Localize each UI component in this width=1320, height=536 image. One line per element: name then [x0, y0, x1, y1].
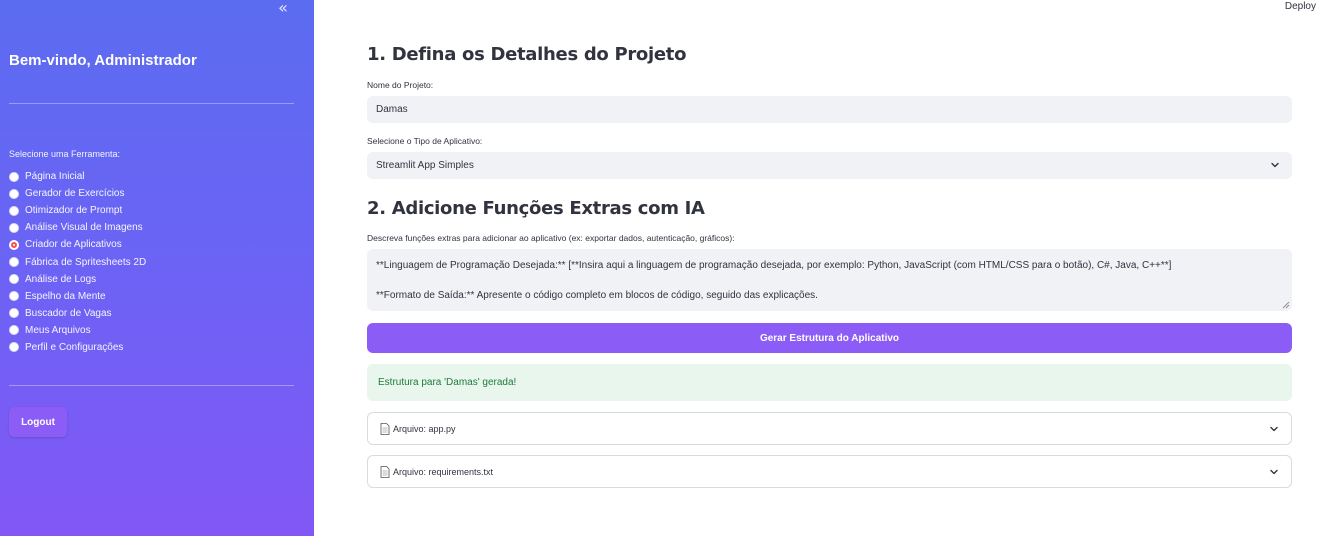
radio-circle[interactable] — [9, 308, 19, 319]
radio-circle[interactable] — [9, 188, 19, 199]
radio-option-criador-de-aplicativos[interactable]: Criador de Aplicativos — [9, 236, 146, 253]
project-name-input[interactable]: Damas — [367, 96, 1292, 123]
file-icon — [380, 465, 390, 478]
extras-line-2: **Formato de Saída:** Apresente o código… — [376, 290, 818, 301]
radio-option-label: Análise de Logs — [25, 273, 97, 285]
project-name-value: Damas — [376, 104, 408, 115]
radio-option-label: Otimizador de Prompt — [25, 205, 123, 217]
generate-structure-button[interactable]: Gerar Estrutura do Aplicativo — [367, 323, 1292, 353]
radio-option-label: Espelho da Mente — [25, 290, 106, 302]
success-message: Estrutura para 'Damas' gerada! — [378, 377, 517, 388]
radio-option-label: Gerador de Exercícios — [25, 188, 125, 200]
extras-textarea[interactable]: **Linguagem de Programação Desejada:** [… — [367, 249, 1292, 311]
sidebar-divider-bottom — [9, 385, 294, 386]
radio-option-buscador-de-vagas[interactable]: Buscador de Vagas — [9, 305, 146, 322]
radio-circle[interactable] — [9, 205, 19, 216]
radio-circle[interactable] — [9, 342, 19, 353]
extras-line-1: **Linguagem de Programação Desejada:** [… — [376, 260, 1172, 271]
tool-select-label: Selecione uma Ferramenta: — [9, 149, 121, 159]
section2-title: 2. Adicione Funções Extras com IA — [367, 198, 705, 219]
radio-option-espelho-da-mente[interactable]: Espelho da Mente — [9, 288, 146, 305]
app-type-label: Selecione o Tipo de Aplicativo: — [367, 136, 483, 146]
radio-circle-selected[interactable] — [9, 239, 19, 250]
app-type-value: Streamlit App Simples — [376, 160, 474, 171]
radio-option-label: Página Inicial — [25, 171, 85, 183]
radio-option-label: Buscador de Vagas — [25, 307, 112, 319]
chevron-down-icon — [1269, 467, 1279, 479]
radio-circle[interactable] — [9, 274, 19, 285]
radio-circle[interactable] — [9, 257, 19, 268]
radio-option-analise-visual[interactable]: Análise Visual de Imagens — [9, 219, 146, 236]
radio-option-label: Fábrica de Spritesheets 2D — [25, 256, 147, 268]
sidebar-divider-top — [9, 103, 294, 104]
success-alert: Estrutura para 'Damas' gerada! — [367, 364, 1292, 401]
radio-option-label: Criador de Aplicativos — [25, 239, 122, 251]
project-name-label: Nome do Projeto: — [367, 80, 434, 90]
radio-circle[interactable] — [9, 325, 19, 336]
file-expander-label: Arquivo: requirements.txt — [393, 466, 494, 477]
file-expander-app-py[interactable]: Arquivo: app.py — [367, 412, 1292, 445]
radio-option-label: Análise Visual de Imagens — [25, 222, 143, 234]
file-expander-label: Arquivo: app.py — [393, 423, 456, 434]
radio-option-otimizador-de-prompt[interactable]: Otimizador de Prompt — [9, 202, 146, 219]
radio-option-meus-arquivos[interactable]: Meus Arquivos — [9, 322, 146, 339]
chevron-down-icon — [1270, 160, 1280, 170]
resize-handle-icon[interactable] — [1282, 301, 1290, 309]
radio-circle[interactable] — [9, 222, 19, 233]
radio-option-gerador-de-exercicios[interactable]: Gerador de Exercícios — [9, 185, 146, 202]
radio-option-fabrica-spritesheets[interactable]: Fábrica de Spritesheets 2D — [9, 253, 146, 270]
tool-radio-group: Página Inicial Gerador de Exercícios Oti… — [9, 168, 146, 356]
section1-title: 1. Defina os Detalhes do Projeto — [367, 44, 687, 65]
welcome-title: Bem-vindo, Administrador — [9, 52, 197, 69]
logout-button[interactable]: Logout — [9, 407, 67, 437]
chevron-down-icon — [1269, 424, 1279, 436]
radio-option-label: Perfil e Configurações — [25, 341, 124, 353]
radio-option-perfil-configuracoes[interactable]: Perfil e Configurações — [9, 339, 146, 356]
file-expander-requirements[interactable]: Arquivo: requirements.txt — [367, 455, 1292, 488]
radio-option-label: Meus Arquivos — [25, 324, 91, 336]
radio-circle[interactable] — [9, 171, 19, 182]
deploy-button[interactable]: Deploy — [1285, 1, 1316, 12]
radio-option-pagina-inicial[interactable]: Página Inicial — [9, 168, 146, 185]
extras-label: Descreva funções extras para adicionar a… — [367, 233, 735, 243]
app-type-select[interactable]: Streamlit App Simples — [367, 152, 1292, 179]
double-chevron-left-icon[interactable]: « — [274, 0, 292, 18]
radio-circle[interactable] — [9, 291, 19, 302]
file-icon — [380, 422, 390, 435]
sidebar: « Bem-vindo, Administrador Selecione uma… — [0, 0, 314, 536]
radio-option-analise-de-logs[interactable]: Análise de Logs — [9, 271, 146, 288]
